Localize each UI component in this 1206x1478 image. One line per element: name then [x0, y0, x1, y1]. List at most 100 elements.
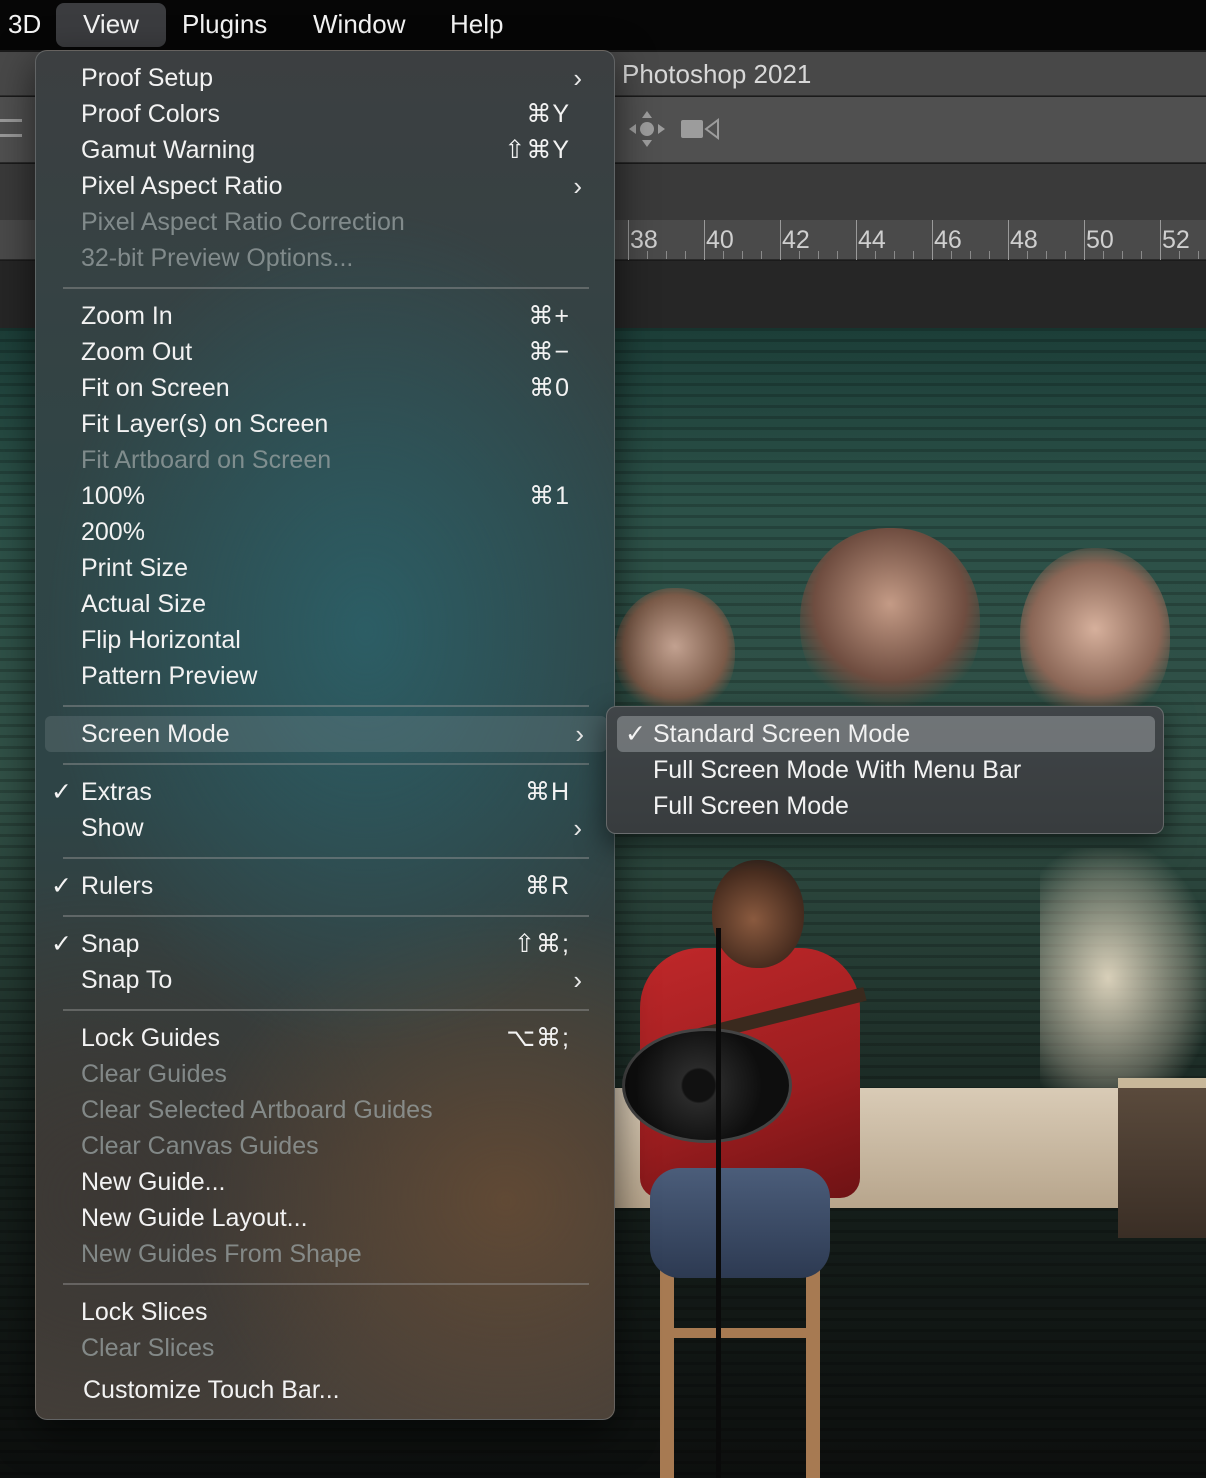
- menu-item-new-guide[interactable]: New Guide...: [36, 1164, 614, 1200]
- ruler-minor-tick: [913, 251, 914, 259]
- menu-item-proof-setup[interactable]: Proof Setup ›: [36, 60, 614, 96]
- menu-separator: [63, 763, 589, 765]
- menu-item-zoom-200[interactable]: 200%: [36, 514, 614, 550]
- ruler-major-tick: [780, 220, 781, 260]
- menu-bar: 3D View Plugins Window Help: [0, 0, 1206, 50]
- submenu-item-label: Standard Screen Mode: [653, 720, 911, 748]
- menu-item-pixel-aspect-ratio[interactable]: Pixel Aspect Ratio ›: [36, 168, 614, 204]
- menu-plugins[interactable]: Plugins: [168, 0, 281, 48]
- shortcut-label: ⌘0: [529, 374, 570, 402]
- menu-separator: [63, 1283, 589, 1285]
- menu-item-actual-size[interactable]: Actual Size: [36, 586, 614, 622]
- shortcut-label: ⌘Y: [526, 100, 570, 128]
- menu-separator: [63, 1009, 589, 1011]
- singer-jeans: [650, 1168, 830, 1278]
- move-3d-camera-icon[interactable]: [628, 110, 666, 148]
- menu-item-screen-mode[interactable]: Screen Mode ›: [45, 716, 607, 752]
- ruler-minor-tick: [1141, 251, 1142, 259]
- ruler-label: 50: [1086, 226, 1114, 254]
- align-icon[interactable]: [0, 119, 22, 137]
- menu-item-show[interactable]: Show ›: [36, 810, 614, 846]
- menu-item-proof-colors[interactable]: Proof Colors ⌘Y: [36, 96, 614, 132]
- menu-item-customize-touch-bar[interactable]: Customize Touch Bar...: [36, 1372, 614, 1408]
- ruler-minor-tick: [1103, 251, 1104, 259]
- ruler-label: 40: [706, 226, 734, 254]
- submenu-item-full-screen-with-menu-bar[interactable]: Full Screen Mode With Menu Bar: [607, 752, 1163, 788]
- ruler-minor-tick: [1065, 251, 1066, 259]
- menu-item-label: Screen Mode: [81, 720, 230, 748]
- menu-item-pixel-aspect-ratio-correction: Pixel Aspect Ratio Correction: [36, 204, 614, 240]
- menu-item-label: Zoom In: [81, 302, 173, 330]
- screen-highlight: [1040, 848, 1206, 1108]
- submenu-item-full-screen-mode[interactable]: Full Screen Mode: [607, 788, 1163, 824]
- menu-item-label: Customize Touch Bar...: [83, 1376, 340, 1404]
- menu-item-snap-to[interactable]: Snap To ›: [36, 962, 614, 998]
- menu-help[interactable]: Help: [436, 0, 517, 48]
- menu-item-pattern-preview[interactable]: Pattern Preview: [36, 658, 614, 694]
- ruler-major-tick: [1084, 220, 1085, 260]
- menu-item-fit-on-screen[interactable]: Fit on Screen ⌘0: [36, 370, 614, 406]
- menu-item-label: Snap: [81, 930, 140, 958]
- ruler-minor-tick: [723, 251, 724, 259]
- stool-crossbar: [660, 1328, 820, 1338]
- chevron-right-icon: ›: [573, 813, 582, 843]
- submenu-item-label: Full Screen Mode: [653, 792, 849, 820]
- menu-item-label: New Guides From Shape: [81, 1240, 362, 1268]
- ruler-minor-tick: [894, 251, 895, 259]
- menu-item-print-size[interactable]: Print Size: [36, 550, 614, 586]
- chevron-right-icon: ›: [573, 63, 582, 93]
- menu-item-label: Clear Canvas Guides: [81, 1132, 319, 1160]
- ruler-minor-tick: [1046, 251, 1047, 259]
- ruler-major-tick: [704, 220, 705, 260]
- menu-item-flip-horizontal[interactable]: Flip Horizontal: [36, 622, 614, 658]
- ruler-minor-tick: [685, 251, 686, 259]
- menu-item-zoom-100[interactable]: 100% ⌘1: [36, 478, 614, 514]
- mic-stand: [716, 928, 721, 1478]
- menu-item-zoom-out[interactable]: Zoom Out ⌘−: [36, 334, 614, 370]
- ruler-minor-tick: [647, 251, 648, 259]
- shortcut-label: ⌘R: [524, 872, 570, 900]
- video-camera-icon[interactable]: [680, 116, 720, 142]
- checkmark-icon: ✓: [51, 930, 72, 958]
- submenu-item-standard-screen-mode[interactable]: ✓ Standard Screen Mode: [617, 716, 1155, 752]
- menu-item-zoom-in[interactable]: Zoom In ⌘+: [36, 298, 614, 334]
- menu-item-fit-artboard-on-screen: Fit Artboard on Screen: [36, 442, 614, 478]
- menu-item-new-guide-layout[interactable]: New Guide Layout...: [36, 1200, 614, 1236]
- menu-item-label: Proof Setup: [81, 64, 214, 92]
- menu-item-label: Gamut Warning: [81, 136, 256, 164]
- menu-item-rulers[interactable]: ✓ Rulers ⌘R: [36, 868, 614, 904]
- screen-face: [800, 528, 980, 718]
- menu-3d[interactable]: 3D: [0, 0, 55, 48]
- ruler-minor-tick: [970, 251, 971, 259]
- ruler-label: 46: [934, 226, 962, 254]
- menu-separator: [63, 857, 589, 859]
- menu-item-32bit-preview-options: 32-bit Preview Options...: [36, 240, 614, 276]
- menu-item-label: 100%: [81, 482, 145, 510]
- menu-view[interactable]: View: [56, 3, 166, 47]
- submenu-item-label: Full Screen Mode With Menu Bar: [653, 756, 1022, 784]
- ruler-label: 42: [782, 226, 810, 254]
- menu-window[interactable]: Window: [299, 0, 419, 48]
- menu-item-fit-layers-on-screen[interactable]: Fit Layer(s) on Screen: [36, 406, 614, 442]
- ruler-minor-tick: [742, 251, 743, 259]
- menu-item-label: Actual Size: [81, 590, 207, 618]
- menu-item-label: Flip Horizontal: [81, 626, 241, 654]
- menu-item-extras[interactable]: ✓ Extras ⌘H: [36, 774, 614, 810]
- menu-item-label: Clear Guides: [81, 1060, 227, 1088]
- menu-item-snap[interactable]: ✓ Snap ⇧⌘;: [36, 926, 614, 962]
- menu-item-label: Proof Colors: [81, 100, 220, 128]
- ruler-minor-tick: [1198, 251, 1199, 259]
- document-title: Photoshop 2021: [622, 59, 812, 89]
- ruler-minor-tick: [837, 251, 838, 259]
- menu-item-lock-guides[interactable]: Lock Guides ⌥⌘;: [36, 1020, 614, 1056]
- ruler-major-tick: [1160, 220, 1161, 260]
- menu-item-label: Print Size: [81, 554, 188, 582]
- menu-item-label: 200%: [81, 518, 145, 546]
- menu-item-lock-slices[interactable]: Lock Slices: [36, 1294, 614, 1330]
- menu-item-label: New Guide Layout...: [81, 1204, 308, 1232]
- menu-item-label: Pattern Preview: [81, 662, 258, 690]
- amplifier: [1118, 1078, 1206, 1238]
- menu-item-gamut-warning[interactable]: Gamut Warning ⇧⌘Y: [36, 132, 614, 168]
- menu-separator: [63, 705, 589, 707]
- menu-item-label: Fit Layer(s) on Screen: [81, 410, 329, 438]
